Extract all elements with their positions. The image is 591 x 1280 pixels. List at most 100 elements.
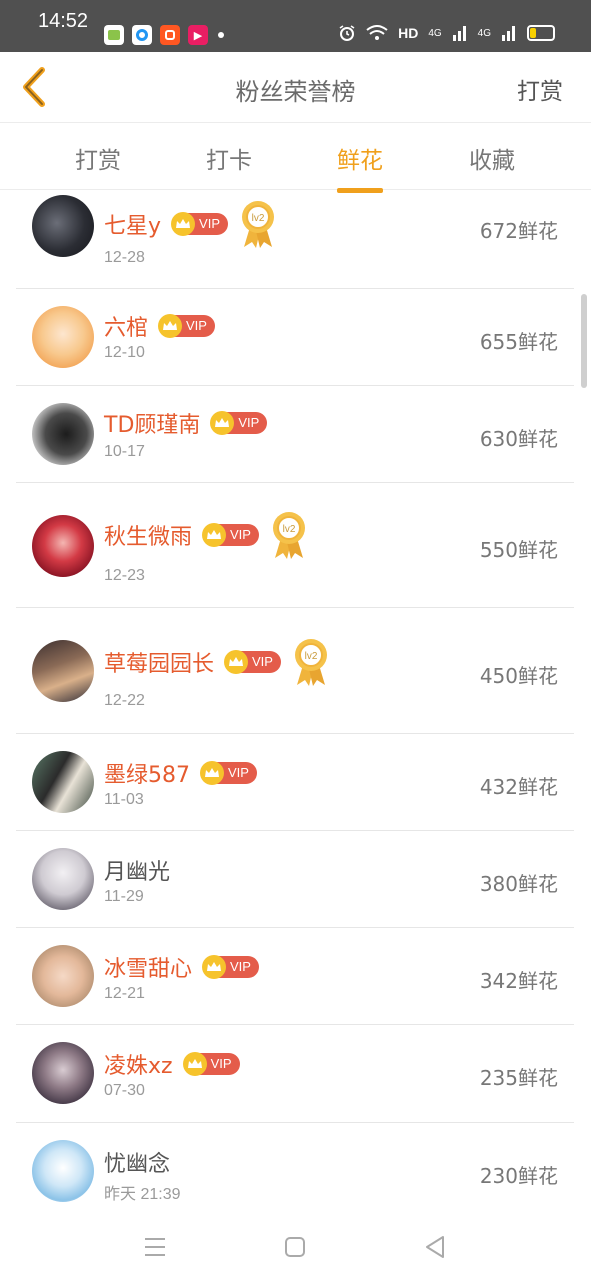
user-name[interactable]: 七星y (104, 208, 161, 240)
crown-icon (200, 761, 224, 785)
flower-count: 672鲜花 (479, 219, 558, 243)
medal-label: lv2 (283, 524, 296, 535)
date-text: 昨天 21:39 (104, 1186, 181, 1203)
crown-icon (202, 523, 227, 547)
app-icon-1 (104, 25, 124, 45)
alarm-icon (339, 25, 355, 41)
avatar[interactable] (32, 945, 94, 1007)
vip-badge: VIP (224, 650, 281, 674)
crown-icon (224, 650, 249, 674)
flower-count: 432鲜花 (479, 775, 558, 799)
avatar[interactable] (32, 403, 94, 465)
signal-icon-2 (502, 26, 515, 41)
date-text: 12-23 (104, 567, 145, 584)
vip-badge: VIP (210, 411, 268, 435)
system-nav-bar (0, 1220, 591, 1280)
app-icon-3 (160, 25, 180, 45)
app-icon-4: ▶ (188, 25, 208, 45)
list-item[interactable]: 七星y VIP lv2 12-28 672鲜花 (16, 189, 574, 289)
battery-icon (527, 25, 555, 41)
medal-icon: lv2 (272, 512, 305, 559)
flower-count: 550鲜花 (479, 538, 558, 562)
vip-badge: VIP (158, 314, 215, 338)
more-notifications-dot (218, 32, 224, 38)
user-name[interactable]: 忧幽念 (104, 1146, 170, 1178)
user-name[interactable]: 冰雪甜心 (104, 951, 192, 983)
user-name[interactable]: 秋生微雨 (104, 519, 192, 551)
hd-label: HD (398, 25, 419, 41)
back-icon[interactable] (420, 1232, 450, 1262)
tab-favorites[interactable]: 收藏 (469, 141, 515, 175)
tab-checkin-label: 打卡 (206, 148, 252, 174)
date-text: 12-10 (104, 344, 145, 361)
signal-icon (452, 26, 466, 41)
user-name[interactable]: 月幽光 (104, 854, 170, 886)
date-text: 11-03 (104, 791, 144, 808)
medal-icon: lv2 (294, 639, 327, 686)
vip-badge: VIP (202, 523, 259, 547)
user-name[interactable]: 六棺 (104, 310, 148, 342)
date-text: 12-21 (104, 985, 145, 1002)
user-name[interactable]: 凌姝xz (104, 1048, 173, 1080)
vip-badge: VIP (202, 955, 259, 979)
crown-icon (158, 314, 183, 338)
medal-label: lv2 (305, 651, 318, 662)
avatar[interactable] (32, 195, 94, 257)
avatar[interactable] (32, 751, 94, 813)
vip-badge: VIP (200, 761, 257, 785)
avatar[interactable] (32, 306, 94, 368)
signal-label-1: 4G (428, 27, 442, 39)
avatar[interactable] (32, 1042, 94, 1104)
avatar[interactable] (32, 640, 94, 702)
list-item[interactable]: TD顾瑾南 VIP 10-17 630鲜花 (16, 385, 574, 483)
medal-label: lv2 (252, 213, 265, 224)
status-time: 14:52 (38, 10, 89, 32)
date-text: 12-22 (104, 692, 145, 709)
status-right: HD 4G 4G (338, 24, 555, 42)
crown-icon (202, 955, 227, 979)
crown-icon (182, 1052, 207, 1076)
tab-reward-label: 打赏 (75, 148, 121, 174)
medal-icon: lv2 (242, 201, 274, 248)
notification-icons: ▶ (104, 25, 224, 45)
date-text: 10-17 (104, 443, 145, 460)
user-name[interactable]: TD顾瑾南 (104, 407, 200, 439)
avatar[interactable] (32, 1140, 94, 1202)
date-text: 11-29 (104, 888, 144, 905)
user-name[interactable]: 草莓园园长 (104, 646, 214, 678)
crown-icon (171, 212, 196, 236)
vip-badge: VIP (182, 1052, 240, 1076)
home-icon[interactable] (280, 1232, 310, 1262)
wifi-icon (366, 25, 388, 40)
user-name[interactable]: 墨绿587 (104, 757, 190, 789)
list-item[interactable]: 月幽光 11-29 380鲜花 (16, 830, 574, 928)
tab-reward[interactable]: 打赏 (75, 141, 121, 175)
list-item[interactable]: 冰雪甜心 VIP 12-21 342鲜花 (16, 927, 574, 1025)
date-text: 07-30 (104, 1082, 145, 1099)
tab-flowers[interactable]: 鲜花 (337, 141, 383, 193)
flower-count: 342鲜花 (479, 969, 558, 993)
app-icon-2 (132, 25, 152, 45)
list-item[interactable]: 六棺 VIP 12-10 655鲜花 (16, 288, 574, 386)
signal-label-2: 4G (477, 27, 491, 39)
flower-count: 230鲜花 (479, 1164, 558, 1188)
reward-button[interactable]: 打赏 (517, 72, 563, 106)
tab-checkin[interactable]: 打卡 (206, 141, 252, 175)
menu-icon[interactable] (140, 1232, 170, 1262)
flower-count: 630鲜花 (479, 427, 558, 451)
list-item[interactable]: 凌姝xz VIP 07-30 235鲜花 (16, 1024, 574, 1123)
tab-favorites-label: 收藏 (469, 148, 515, 174)
tab-bar: 打赏 打卡 鲜花 收藏 (0, 123, 591, 193)
flower-count: 450鲜花 (479, 664, 558, 688)
flower-count: 655鲜花 (479, 330, 558, 354)
avatar[interactable] (32, 848, 94, 910)
list-item[interactable]: 墨绿587 VIP 11-03 432鲜花 (16, 733, 574, 831)
list-item[interactable]: 草莓园园长 VIP lv2 12-22 450鲜花 (16, 607, 574, 734)
avatar[interactable] (32, 515, 94, 577)
list-item[interactable]: 忧幽念 昨天 21:39 230鲜花 (16, 1122, 574, 1220)
status-bar: 14:52 ▶ HD 4G 4G (0, 0, 591, 52)
tab-flowers-label: 鲜花 (337, 148, 383, 174)
scrollbar[interactable] (581, 294, 587, 388)
top-nav: 粉丝荣誉榜 打赏 (0, 52, 591, 123)
list-item[interactable]: 秋生微雨 VIP lv2 12-23 550鲜花 (16, 482, 574, 608)
